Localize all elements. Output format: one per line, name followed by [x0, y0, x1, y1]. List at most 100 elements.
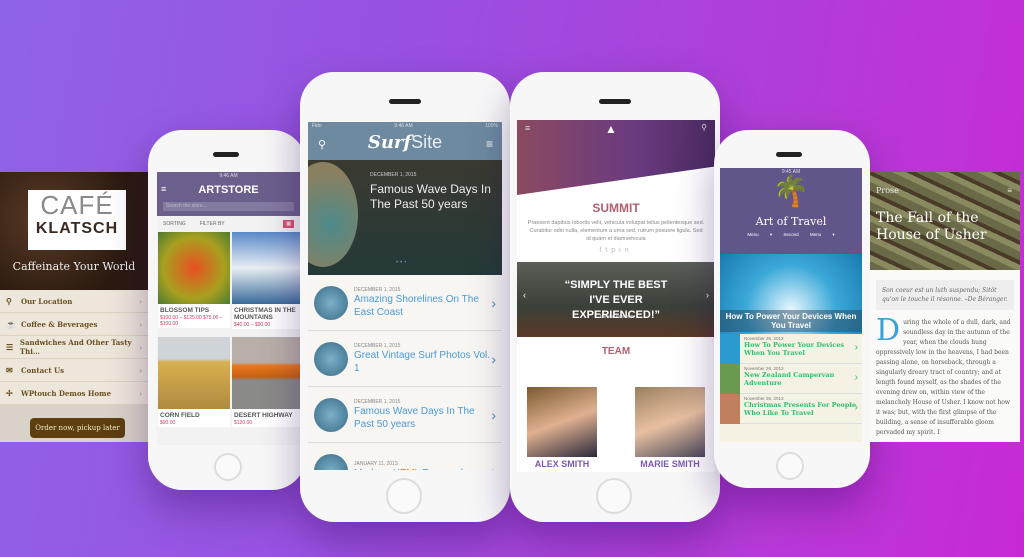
chevron-right-icon: › — [854, 402, 858, 413]
chevron-right-icon: › — [139, 296, 142, 306]
team-member[interactable]: MARIE SMITH — [635, 387, 705, 469]
post-thumbnail — [314, 341, 348, 376]
signpost-icon: ✢ — [6, 388, 13, 398]
cafe-menu-item[interactable]: ✢ WPtouch Demos Home › — [0, 382, 148, 405]
travel-hero[interactable]: How To Power Your Devices When You Trave… — [720, 254, 862, 334]
product-card[interactable]: CHRISTMAS IN THE MOUNTAINS $40.00 – $90.0… — [232, 232, 300, 329]
cafe-menu-item[interactable]: ✉ Contact Us › — [0, 359, 148, 382]
menu-icon[interactable]: ≡ — [486, 137, 493, 151]
menu-dropdown[interactable]: Menu ▾ — [747, 232, 772, 237]
post-thumbnail — [720, 364, 740, 394]
epigraph: Son coeur est un luth suspendu; Sitôt qu… — [876, 280, 1014, 310]
hero-title[interactable]: Famous Wave Days In The Past 50 years — [370, 182, 495, 212]
team-member[interactable]: ALEX SMITH — [527, 387, 597, 469]
artstore-screen: 9:46 AM ≡ ARTSTORE Search the store... S… — [157, 172, 300, 445]
next-arrow-icon[interactable]: › — [706, 290, 709, 300]
cafe-menu-item[interactable]: ⚲ Our Location › — [0, 290, 148, 313]
avatar — [527, 387, 597, 457]
mail-icon: ✉ — [6, 365, 13, 375]
chevron-right-icon: › — [139, 388, 142, 398]
product-card[interactable]: DESERT HIGHWAY $120.00 — [232, 337, 300, 427]
search-icon[interactable]: ⚲ — [701, 123, 707, 132]
chevron-right-icon: › — [854, 372, 858, 383]
mountain-logo-icon: ▲ — [605, 122, 617, 136]
post-thumbnail — [720, 334, 740, 364]
order-button[interactable]: Order now, pickup later — [30, 418, 125, 438]
product-image — [232, 337, 300, 409]
post-list-item[interactable]: DECEMBER 1, 2015 Great Vintage Surf Photo… — [308, 331, 502, 387]
chevron-right-icon: › — [139, 342, 142, 352]
home-button[interactable] — [596, 478, 632, 514]
coffee-icon: ☕ — [6, 319, 16, 329]
chevron-right-icon: › — [491, 463, 496, 471]
article-title: The Fall of the House of Usher — [876, 210, 987, 243]
prose-hero: Prose ≡ The Fall of the House of Usher — [870, 172, 1020, 270]
speaker — [389, 99, 421, 104]
burger-icon: ☰ — [6, 342, 14, 352]
surfsite-header: Fido 9:46 AM 100% ⚲ SurfSite ≡ — [308, 122, 502, 160]
product-image — [232, 232, 300, 304]
linkedin-icon[interactable]: in — [619, 247, 632, 254]
travel-screen: 9:45 AM 🌴 Art of Travel Menu ▾ Second Me… — [720, 168, 862, 442]
chevron-right-icon: › — [491, 406, 496, 423]
home-button[interactable] — [386, 478, 422, 514]
site-name[interactable]: Prose — [876, 186, 899, 195]
summit-screen: ≡ ▲ ⚲ SUMMIT Praesent dapibus lobortis v… — [517, 120, 715, 472]
post-thumbnail — [314, 397, 348, 432]
prose-screen: Prose ≡ The Fall of the House of Usher S… — [870, 172, 1020, 442]
travel-header: 9:45 AM 🌴 Art of Travel Menu ▾ Second Me… — [720, 168, 862, 254]
post-thumbnail — [314, 453, 348, 470]
artstore-header: 9:46 AM ≡ ARTSTORE Search the store... — [157, 172, 300, 216]
filter-button[interactable]: FILTER BY — [200, 221, 225, 227]
chevron-right-icon: › — [139, 365, 142, 375]
menu-icon[interactable]: ≡ — [1007, 186, 1012, 195]
chevron-right-icon: › — [854, 342, 858, 353]
cafe-menu-item[interactable]: ☰ Sandwiches And Other Tasty Thi… › — [0, 336, 148, 359]
pinterest-icon[interactable]: p — [611, 247, 619, 254]
product-card[interactable]: CORN FIELD $90.00 — [158, 337, 230, 427]
product-card[interactable]: BLOSSOM TIPS $100.00 – $125.00 $75.00 – $… — [158, 232, 230, 328]
cafe-menu-item[interactable]: ☕ Coffee & Beverages › — [0, 313, 148, 336]
product-image — [158, 232, 230, 304]
home-button[interactable] — [776, 452, 804, 480]
map-pin-icon: ⚲ — [6, 296, 12, 306]
team-title: TEAM — [601, 346, 631, 357]
slider-dots[interactable]: ••• — [396, 260, 408, 266]
travel-logo: Art of Travel — [755, 215, 827, 228]
product-image — [158, 337, 230, 409]
cafe-tagline: Caffeinate Your World — [12, 260, 136, 273]
cafe-logo: CAFÉ KLATSCH — [28, 190, 126, 250]
post-list-item[interactable]: JANUARY 11, 2013Markup: HTML Tags and› — [308, 443, 502, 470]
article-body: During the whole of a dull, dark, and so… — [876, 313, 1011, 437]
post-thumbnail — [314, 285, 348, 320]
post-thumbnail — [720, 394, 740, 424]
speaker — [213, 152, 239, 157]
post-list-item[interactable]: November 26, 2013 How To Power Your Devic… — [720, 334, 862, 364]
hero-slider[interactable]: DECEMBER 1, 2015 Famous Wave Days In The… — [308, 160, 502, 275]
palm-tree-icon: 🌴 — [772, 175, 810, 208]
menu-icon[interactable]: ≡ — [525, 123, 530, 133]
sorting-button[interactable]: SORTING — [163, 221, 186, 227]
artstore-title: ARTSTORE — [198, 184, 259, 196]
testimonial-slider[interactable]: ‹ “SIMPLY THE BEST I'VE EVER EXPERIENCED… — [517, 262, 715, 337]
speaker — [599, 99, 631, 104]
chevron-right-icon: › — [139, 319, 142, 329]
cafe-klatsch-screen: CAFÉ KLATSCH Caffeinate Your World ⚲ Our L… — [0, 172, 148, 442]
post-list-item[interactable]: DECEMBER 1, 2015 Amazing Shorelines On Th… — [308, 275, 502, 331]
chevron-right-icon: › — [491, 294, 496, 311]
post-list-item[interactable]: November 26, 2013 Christmas Presents For … — [720, 394, 862, 424]
post-list-item[interactable]: November 26, 2013 New Zealand Campervan A… — [720, 364, 862, 394]
chevron-right-icon: › — [491, 350, 496, 367]
speaker — [776, 152, 802, 157]
avatar — [635, 387, 705, 457]
cafe-header: CAFÉ KLATSCH Caffeinate Your World — [0, 172, 148, 290]
second-menu-dropdown[interactable]: Second Menu ▾ — [783, 232, 834, 237]
home-button[interactable] — [214, 453, 242, 481]
surfsite-screen: Fido 9:46 AM 100% ⚲ SurfSite ≡ DECEMBER 1,… — [308, 122, 502, 470]
search-input[interactable]: Search the store... — [163, 202, 294, 211]
summit-title: SUMMIT — [592, 201, 640, 215]
surfsite-logo: SurfSite — [367, 132, 443, 153]
prev-arrow-icon[interactable]: ‹ — [523, 290, 526, 300]
post-list-item[interactable]: DECEMBER 1, 2015 Famous Wave Days In The … — [308, 387, 502, 443]
grid-view-icon[interactable]: ▦ — [283, 220, 294, 228]
